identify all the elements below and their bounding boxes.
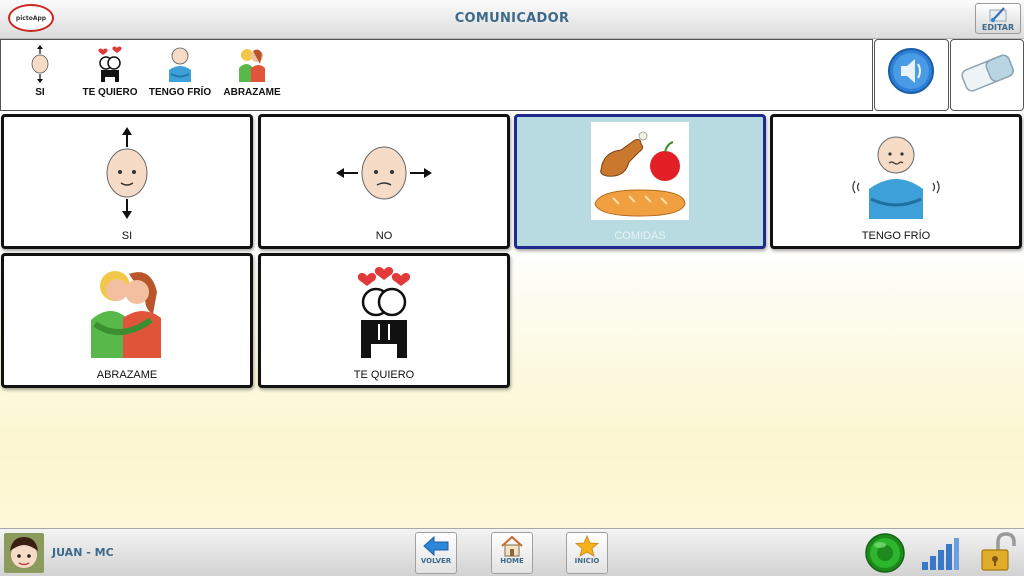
top-bar: pictoApp COMUNICADOR EDITAR (0, 0, 1024, 39)
clear-button[interactable] (950, 39, 1024, 111)
start-label: INICIO (574, 557, 600, 565)
bottom-bar: JUAN - MC VOLVER HOME INICIO (0, 528, 1024, 576)
avatar[interactable] (4, 533, 44, 573)
hug-icon (91, 271, 161, 358)
edit-label: EDITAR (981, 23, 1015, 32)
pictogram-label: ABRAZAME (96, 369, 158, 381)
sentence-item-label: ABRAZAME (223, 87, 281, 98)
sentence-item[interactable]: SI (5, 40, 75, 110)
pictogram-cell[interactable]: ABRAZAME (1, 253, 253, 388)
sentence-item[interactable]: TE QUIERO (75, 40, 145, 110)
home-icon (501, 535, 523, 557)
sentence-strip[interactable]: SI TE QUIERO TENGO FRÍO ABRAZAME (0, 39, 873, 111)
pictogram-cell[interactable]: SI (1, 114, 253, 249)
pictogram-board: SI NO COMIDAS TENGO FRÍO ABRAZAME TE QUI… (0, 112, 1024, 528)
back-button[interactable]: VOLVER (415, 532, 457, 574)
back-label: VOLVER (420, 557, 452, 565)
pictogram-label: SI (121, 230, 133, 242)
love-couple-icon (98, 46, 122, 82)
sentence-item-label: SI (35, 87, 45, 98)
folder-label: COMIDAS (614, 230, 666, 242)
sentence-item[interactable]: ABRAZAME (217, 40, 287, 110)
pictogram-label: TE QUIERO (353, 369, 415, 381)
eraser-icon (961, 54, 1014, 92)
food-icon (591, 122, 689, 220)
cold-person-icon (852, 136, 940, 219)
head-nod-icon (31, 45, 49, 83)
head-nod-icon (106, 127, 148, 219)
home-button[interactable]: HOME (491, 532, 533, 574)
user-name: JUAN - MC (52, 546, 114, 559)
status-green-icon[interactable] (864, 532, 906, 574)
speaker-icon (888, 48, 934, 94)
edit-button[interactable]: EDITAR (975, 3, 1021, 34)
pictogram-label: NO (375, 230, 393, 242)
sentence-item-label: TENGO FRÍO (148, 87, 212, 98)
start-button[interactable]: INICIO (566, 532, 608, 574)
speak-button[interactable] (874, 39, 949, 111)
signal-bars-icon (922, 538, 959, 570)
love-couple-icon (357, 267, 411, 358)
pictogram-cell[interactable]: TENGO FRÍO (770, 114, 1022, 249)
sentence-item[interactable]: TENGO FRÍO (145, 40, 215, 110)
hug-icon (239, 49, 265, 82)
star-icon (574, 535, 600, 557)
unlock-icon[interactable] (976, 532, 1018, 574)
pictogram-cell[interactable]: TE QUIERO (258, 253, 510, 388)
user-avatar-icon (10, 537, 38, 568)
arrow-left-icon (423, 535, 449, 557)
cold-person-icon (169, 47, 191, 82)
page-title: COMUNICADOR (454, 11, 570, 26)
home-label: HOME (500, 557, 524, 565)
pictogram-cell[interactable]: NO (258, 114, 510, 249)
folder-cell[interactable]: COMIDAS (514, 114, 766, 249)
brush-icon (989, 7, 1007, 23)
sentence-item-label: TE QUIERO (82, 87, 138, 98)
pictogram-label: TENGO FRÍO (861, 230, 931, 242)
head-shake-icon (336, 146, 432, 200)
